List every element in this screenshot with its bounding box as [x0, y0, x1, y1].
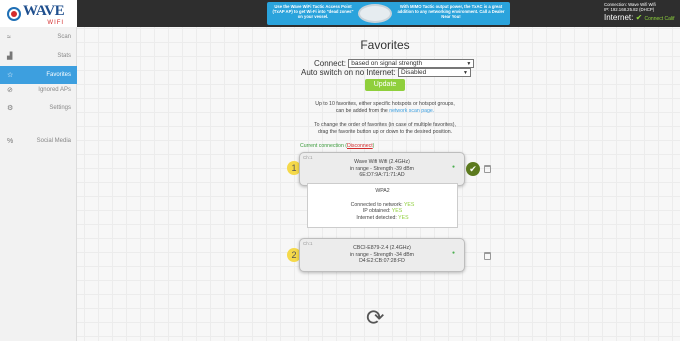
current-connection-close: ) — [372, 143, 375, 149]
update-button[interactable]: Update — [365, 79, 405, 91]
trash-icon[interactable] — [484, 252, 491, 260]
auto-switch-select[interactable]: Disabled ▼ — [397, 68, 471, 78]
info-line: drag the favorite button up or down to t… — [317, 128, 453, 135]
connect-row: Connect: based on signal strength ▼ — [314, 59, 475, 69]
chart-icon: ▟ — [7, 53, 13, 60]
app-window: WAVE WIFI Use the Wave WiFi Tactic Acces… — [0, 0, 680, 341]
top-bar: Use the Wave WiFi Tactic Access Point (T… — [77, 0, 680, 27]
ip-text: IP: 192.168.25.82 (DHCP) — [604, 7, 655, 12]
logo-text: WAVE WIFI — [23, 2, 65, 26]
favorite-details: CBCI-E879-2.4 (2.4GHz) in range - Streng… — [300, 245, 464, 265]
sidebar-item-label: Stats — [57, 53, 71, 59]
sidebar-item-label: Scan — [57, 34, 71, 40]
mac-address: 6E:D7:9A:71:71:AD — [359, 172, 405, 178]
promo-banner[interactable]: Use the Wave WiFi Tactic Access Point (T… — [267, 2, 510, 25]
sidebar-item-label: Ignored APs — [38, 87, 71, 93]
internet-label: Internet: — [604, 13, 634, 22]
sidebar-item-social[interactable]: % Social Media — [0, 132, 77, 150]
favorite-details: Wave Wifi Wifi (2.4GHz) in range - Stren… — [300, 159, 464, 179]
order-info: To change the order of favorites (in cas… — [285, 122, 485, 135]
brand-sub: WIFI — [47, 19, 65, 26]
mac-address: D4:E2:CB:07:28:FD — [359, 258, 405, 264]
auto-switch-label: Auto switch on no Internet: — [301, 68, 396, 77]
sidebar-item-ignored[interactable]: ⊘ Ignored APs — [0, 81, 77, 99]
sidebar-item-label: Favorites — [46, 72, 71, 78]
sidebar-item-label: Social Media — [36, 138, 71, 144]
sidebar-item-scan[interactable]: ≈ Scan — [0, 28, 77, 46]
info-line: To change the order of favorites (in cas… — [314, 122, 456, 128]
lock-icon: ● — [451, 164, 455, 170]
connect-label: Connect: — [314, 59, 347, 68]
ip-label: IP obtained: — [362, 208, 391, 214]
connection-details: WPA2 Connected to network: YES IP obtain… — [307, 183, 458, 228]
scan-page-link[interactable]: network scan page. — [389, 108, 434, 114]
connected-value: YES — [403, 201, 415, 208]
internet-row: Internet detected: YES — [308, 215, 457, 222]
connection-info: Connection: Wave Wifi Wifi IP: 192.168.2… — [604, 2, 677, 12]
promo-left-text: Use the Wave WiFi Tactic Access Point (T… — [272, 4, 354, 19]
trash-icon[interactable] — [484, 165, 491, 173]
promo-right-text: With MIMO Tactic output power, the TxAC … — [397, 4, 505, 19]
current-connection: Current connection (Disconnect) — [300, 143, 374, 149]
lock-icon: ● — [451, 250, 455, 256]
internet-detected-value: YES — [398, 214, 409, 221]
sidebar-item-stats[interactable]: ▟ Stats — [0, 47, 77, 65]
connect-select-value: based on signal strength — [351, 60, 423, 68]
info-line-2: can be added from the network scan page. — [285, 108, 485, 115]
info-text: can be added from the — [335, 107, 388, 114]
check-icon: ✔ — [635, 13, 643, 22]
connected-check-icon: ✔ — [466, 162, 480, 176]
gear-icon: ⚙ — [7, 105, 14, 112]
sidebar: ≈ Scan ▟ Stats ☆ Favorites ⊘ Ignored APs… — [0, 27, 77, 341]
disconnect-link[interactable]: Disconnect — [347, 143, 373, 149]
current-connection-label: Current connection ( — [300, 143, 347, 149]
favorite-card[interactable]: Ch:1 CBCI-E879-2.4 (2.4GHz) in range - S… — [299, 238, 465, 272]
star-icon: ☆ — [7, 72, 14, 79]
router-icon — [358, 4, 392, 23]
wifi-icon: ≈ — [7, 33, 11, 41]
internet-value: Connect Calif — [644, 16, 675, 22]
internet-status: Internet: ✔ Connect Calif — [604, 13, 677, 24]
block-icon: ⊘ — [7, 87, 13, 94]
auto-switch-value: Disabled — [400, 69, 427, 77]
favorite-card[interactable]: Ch:1 Wave Wifi Wifi (2.4GHz) in range - … — [299, 152, 465, 186]
ip-value: YES — [391, 208, 403, 214]
connected-label: Connected to network: — [350, 201, 403, 208]
share-icon: % — [7, 137, 14, 145]
sidebar-item-settings[interactable]: ⚙ Settings — [0, 99, 77, 117]
refresh-icon[interactable]: ⟳ — [366, 307, 384, 329]
page-title: Favorites — [360, 38, 410, 52]
auto-switch-row: Auto switch on no Internet: Disabled ▼ — [301, 68, 471, 78]
security-type: WPA2 — [375, 188, 390, 194]
brand-name: WAVE — [23, 2, 65, 19]
chevron-down-icon: ▼ — [463, 70, 468, 77]
brand-logo: WAVE WIFI — [0, 0, 77, 27]
favorites-info: Up to 10 favorites, either specific hots… — [285, 101, 485, 114]
internet-detected-label: Internet detected: — [356, 214, 397, 221]
sidebar-item-label: Settings — [49, 105, 71, 111]
logo-icon — [7, 6, 21, 21]
